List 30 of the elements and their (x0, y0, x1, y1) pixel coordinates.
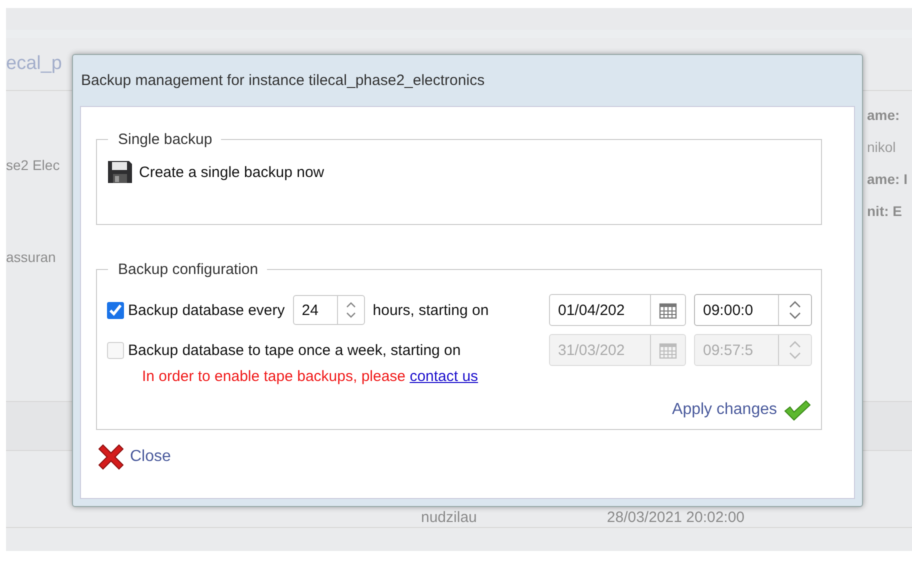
field-label: nit: E (867, 203, 903, 219)
create-backup-button[interactable]: Create a single backup now (107, 160, 324, 184)
table-cell: nudzilau (421, 509, 477, 527)
dialog-title: Backup management for instance tilecal_phase2_electronics (80, 71, 486, 91)
backup-checkbox[interactable] (107, 302, 124, 318)
close-icon (96, 444, 126, 470)
page-title: ecal_p (6, 53, 62, 75)
calendar-icon (659, 342, 677, 358)
table-cell: 28/03/2021 20:02:00 (606, 509, 745, 527)
field-value: se2 Elec (6, 157, 60, 173)
hours-spinner[interactable]: 24 (292, 295, 365, 325)
time-spinner: 09:57:5 (694, 334, 812, 366)
checkbox-label: Backup database every (128, 302, 285, 318)
section-legend: Backup configuration (108, 261, 268, 278)
time-spinner[interactable]: 09:00:0 (694, 294, 812, 326)
checkmark-icon (783, 399, 811, 421)
field-value: assuran (6, 249, 57, 265)
close-button[interactable]: Close (96, 444, 822, 470)
field-label: ame: (867, 107, 901, 123)
contact-link[interactable]: contact us (410, 368, 478, 385)
section-legend: Single backup (108, 131, 222, 148)
checkbox-label: Backup database to tape once a week, starting on (128, 342, 461, 358)
tape-notice: In order to enable tape backups, please contact us (142, 368, 480, 385)
date-field[interactable]: 01/04/202 (549, 294, 686, 326)
hours-label: hours, starting on (372, 302, 489, 318)
date-field: 31/03/202 (549, 334, 686, 366)
calendar-icon (659, 302, 677, 318)
apply-changes-button[interactable]: Apply changes (672, 399, 811, 421)
field-value: nikol (867, 139, 897, 155)
field-label: ame: I (867, 171, 908, 187)
